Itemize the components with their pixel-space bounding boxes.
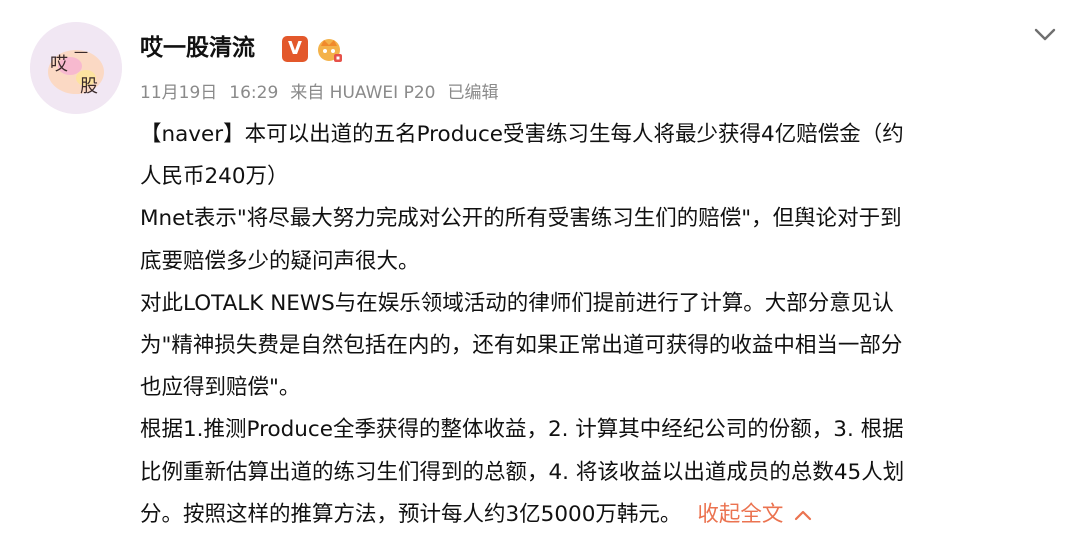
post-content: 【naver】本可以出道的五名Produce受害练习生每人将最少获得4亿赔偿金（…: [140, 114, 1055, 536]
content-line: Mnet表示"将尽最大努力完成对公开的所有受害练习生们的赔偿"，但舆论对于到: [140, 206, 902, 232]
author-badges: V: [282, 34, 344, 64]
collapse-full-text-link[interactable]: 收起全文: [697, 502, 783, 527]
avatar[interactable]: 哎 一 股: [30, 22, 122, 114]
content-line: 比例重新估算出道的练习生们得到的总额，4. 将该收益以出道成员的总数45人划: [140, 459, 905, 485]
avatar-char-1: 哎: [50, 54, 68, 75]
crown-icon[interactable]: [314, 34, 344, 64]
avatar-char-3: 股: [80, 76, 98, 97]
chevron-down-icon[interactable]: [1030, 20, 1060, 50]
content-line: 分。按照这样的推算方法，预计每人约3亿5000万韩元。: [140, 501, 682, 527]
post-date: 11月19日: [140, 83, 218, 103]
content-line: 人民币240万）: [140, 164, 289, 190]
chevron-up-icon[interactable]: [793, 508, 813, 522]
avatar-char-2: 一: [74, 46, 88, 62]
content-line: 根据1.推测Produce全季获得的整体收益，2. 计算其中经纪公司的份额，3.…: [140, 417, 904, 443]
edited-label[interactable]: 已编辑: [447, 83, 498, 103]
post-time: 16:29: [229, 83, 279, 103]
author-name[interactable]: 哎一股清流: [140, 28, 255, 68]
content-line: 对此LOTALK NEWS与在娱乐领域活动的律师们提前进行了计算。大部分意见认: [140, 290, 894, 316]
weibo-post: 哎 一 股 哎一股清流 V 11月19日 16:29 来自 HUAWEI P20 已编…: [0, 0, 1080, 544]
content-line: 底要赔偿多少的疑问声很大。: [140, 248, 420, 274]
verified-icon[interactable]: V: [282, 36, 308, 62]
content-last-line: 分。按照这样的推算方法，预计每人约3亿5000万韩元。 收起全文: [140, 494, 1055, 536]
content-line: 为"精神损失费是自然包括在内的，还有如果正常出道可获得的收益中相当一部分: [140, 333, 903, 359]
content-line: 【naver】本可以出道的五名Produce受害练习生每人将最少获得4亿赔偿金（…: [140, 122, 904, 147]
content-line: 也应得到赔偿"。: [140, 375, 301, 401]
post-meta: 11月19日 16:29 来自 HUAWEI P20 已编辑: [140, 80, 498, 106]
post-source: 来自 HUAWEI P20: [290, 83, 436, 103]
